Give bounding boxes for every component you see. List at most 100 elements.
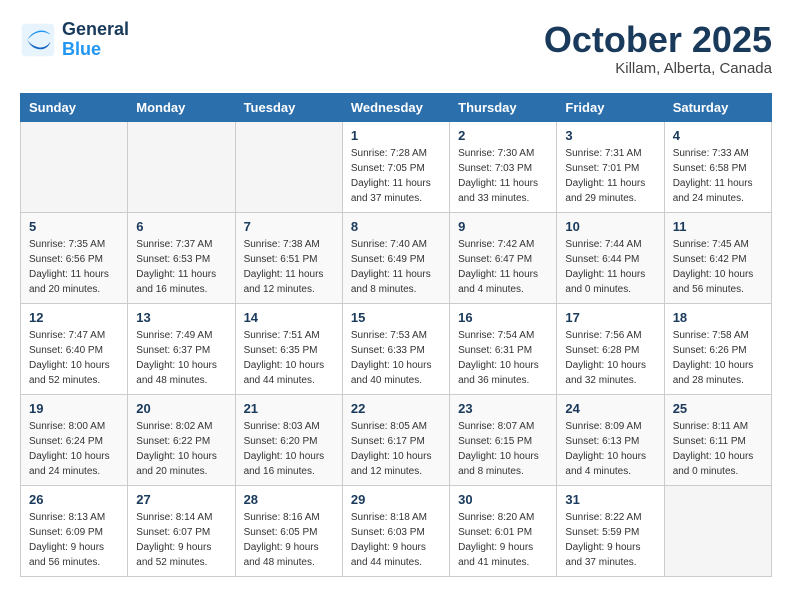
logo-icon xyxy=(20,22,56,58)
day-detail: Sunrise: 7:33 AMSunset: 6:58 PMDaylight:… xyxy=(673,146,763,206)
calendar-cell: 7Sunrise: 7:38 AMSunset: 6:51 PMDaylight… xyxy=(235,212,342,303)
day-number: 17 xyxy=(565,310,655,325)
day-detail: Sunrise: 7:51 AMSunset: 6:35 PMDaylight:… xyxy=(244,328,334,388)
calendar-header-row: SundayMondayTuesdayWednesdayThursdayFrid… xyxy=(21,93,772,121)
calendar-cell: 30 Sunrise: 8:20 AMSunset: 6:01 PMDayligh… xyxy=(450,485,557,576)
calendar-cell: 24Sunrise: 8:09 AMSunset: 6:13 PMDayligh… xyxy=(557,394,664,485)
calendar-cell: 17 Sunrise: 7:56 AMSunset: 6:28 PMDayligh… xyxy=(557,303,664,394)
day-number: 31 xyxy=(565,492,655,507)
calendar-cell: 29 Sunrise: 8:18 AMSunset: 6:03 PMDayligh… xyxy=(342,485,449,576)
day-number: 2 xyxy=(458,128,548,143)
day-detail: Sunrise: 7:31 AMSunset: 7:01 PMDaylight:… xyxy=(565,146,655,206)
calendar-table: SundayMondayTuesdayWednesdayThursdayFrid… xyxy=(20,93,772,577)
day-detail: Sunrise: 7:40 AMSunset: 6:49 PMDaylight:… xyxy=(351,237,441,297)
day-detail: Sunrise: 8:14 AMSunset: 6:07 PMDaylight:… xyxy=(136,510,226,570)
day-detail: Sunrise: 8:13 AMSunset: 6:09 PMDaylight:… xyxy=(29,510,119,570)
day-detail: Sunrise: 8:02 AMSunset: 6:22 PMDaylight:… xyxy=(136,419,226,479)
calendar-cell: 3 Sunrise: 7:31 AMSunset: 7:01 PMDaylight… xyxy=(557,121,664,212)
logo: General Blue xyxy=(20,20,129,60)
calendar-cell: 6 Sunrise: 7:37 AMSunset: 6:53 PMDaylight… xyxy=(128,212,235,303)
calendar-cell: 12Sunrise: 7:47 AMSunset: 6:40 PMDayligh… xyxy=(21,303,128,394)
calendar-week-5: 26 Sunrise: 8:13 AMSunset: 6:09 PMDayligh… xyxy=(21,485,772,576)
day-number: 18 xyxy=(673,310,763,325)
calendar-cell: 23 Sunrise: 8:07 AMSunset: 6:15 PMDayligh… xyxy=(450,394,557,485)
location: Killam, Alberta, Canada xyxy=(544,60,772,77)
day-number: 30 xyxy=(458,492,548,507)
calendar-cell: 15 Sunrise: 7:53 AMSunset: 6:33 PMDayligh… xyxy=(342,303,449,394)
day-number: 25 xyxy=(673,401,763,416)
day-detail: Sunrise: 7:47 AMSunset: 6:40 PMDaylight:… xyxy=(29,328,119,388)
calendar-cell: 10Sunrise: 7:44 AMSunset: 6:44 PMDayligh… xyxy=(557,212,664,303)
day-detail: Sunrise: 8:20 AMSunset: 6:01 PMDaylight:… xyxy=(458,510,548,570)
calendar-cell: 14Sunrise: 7:51 AMSunset: 6:35 PMDayligh… xyxy=(235,303,342,394)
day-detail: Sunrise: 7:45 AMSunset: 6:42 PMDaylight:… xyxy=(673,237,763,297)
day-number: 13 xyxy=(136,310,226,325)
calendar-cell: 21Sunrise: 8:03 AMSunset: 6:20 PMDayligh… xyxy=(235,394,342,485)
day-number: 27 xyxy=(136,492,226,507)
weekday-header-tuesday: Tuesday xyxy=(235,93,342,121)
calendar-cell: 19Sunrise: 8:00 AMSunset: 6:24 PMDayligh… xyxy=(21,394,128,485)
month-title: October 2025 xyxy=(544,20,772,60)
weekday-header-thursday: Thursday xyxy=(450,93,557,121)
day-number: 15 xyxy=(351,310,441,325)
calendar-cell xyxy=(128,121,235,212)
day-detail: Sunrise: 8:00 AMSunset: 6:24 PMDaylight:… xyxy=(29,419,119,479)
day-number: 4 xyxy=(673,128,763,143)
calendar-cell: 25 Sunrise: 8:11 AMSunset: 6:11 PMDayligh… xyxy=(664,394,771,485)
day-detail: Sunrise: 7:42 AMSunset: 6:47 PMDaylight:… xyxy=(458,237,548,297)
day-number: 20 xyxy=(136,401,226,416)
day-number: 22 xyxy=(351,401,441,416)
calendar-cell xyxy=(235,121,342,212)
calendar-cell: 1 Sunrise: 7:28 AMSunset: 7:05 PMDaylight… xyxy=(342,121,449,212)
calendar-cell: 16 Sunrise: 7:54 AMSunset: 6:31 PMDayligh… xyxy=(450,303,557,394)
day-number: 9 xyxy=(458,219,548,234)
day-number: 16 xyxy=(458,310,548,325)
day-detail: Sunrise: 7:28 AMSunset: 7:05 PMDaylight:… xyxy=(351,146,441,206)
day-detail: Sunrise: 8:07 AMSunset: 6:15 PMDaylight:… xyxy=(458,419,548,479)
day-number: 28 xyxy=(244,492,334,507)
day-number: 23 xyxy=(458,401,548,416)
day-detail: Sunrise: 7:56 AMSunset: 6:28 PMDaylight:… xyxy=(565,328,655,388)
day-number: 26 xyxy=(29,492,119,507)
calendar-cell: 8 Sunrise: 7:40 AMSunset: 6:49 PMDaylight… xyxy=(342,212,449,303)
calendar-cell: 13Sunrise: 7:49 AMSunset: 6:37 PMDayligh… xyxy=(128,303,235,394)
weekday-header-friday: Friday xyxy=(557,93,664,121)
day-detail: Sunrise: 7:30 AMSunset: 7:03 PMDaylight:… xyxy=(458,146,548,206)
day-detail: Sunrise: 8:05 AMSunset: 6:17 PMDaylight:… xyxy=(351,419,441,479)
day-number: 10 xyxy=(565,219,655,234)
calendar-cell: 28Sunrise: 8:16 AMSunset: 6:05 PMDayligh… xyxy=(235,485,342,576)
day-detail: Sunrise: 7:37 AMSunset: 6:53 PMDaylight:… xyxy=(136,237,226,297)
calendar-cell: 5Sunrise: 7:35 AMSunset: 6:56 PMDaylight… xyxy=(21,212,128,303)
calendar-cell: 18 Sunrise: 7:58 AMSunset: 6:26 PMDayligh… xyxy=(664,303,771,394)
weekday-header-saturday: Saturday xyxy=(664,93,771,121)
day-number: 11 xyxy=(673,219,763,234)
day-detail: Sunrise: 7:35 AMSunset: 6:56 PMDaylight:… xyxy=(29,237,119,297)
calendar-cell: 2 Sunrise: 7:30 AMSunset: 7:03 PMDaylight… xyxy=(450,121,557,212)
day-detail: Sunrise: 8:09 AMSunset: 6:13 PMDaylight:… xyxy=(565,419,655,479)
day-number: 1 xyxy=(351,128,441,143)
calendar-cell: 31 Sunrise: 8:22 AMSunset: 5:59 PMDayligh… xyxy=(557,485,664,576)
logo-text: General Blue xyxy=(62,20,129,60)
weekday-header-wednesday: Wednesday xyxy=(342,93,449,121)
title-block: October 2025 Killam, Alberta, Canada xyxy=(544,20,772,77)
day-number: 29 xyxy=(351,492,441,507)
day-detail: Sunrise: 8:11 AMSunset: 6:11 PMDaylight:… xyxy=(673,419,763,479)
calendar-cell: 20 Sunrise: 8:02 AMSunset: 6:22 PMDayligh… xyxy=(128,394,235,485)
day-detail: Sunrise: 8:22 AMSunset: 5:59 PMDaylight:… xyxy=(565,510,655,570)
day-detail: Sunrise: 7:53 AMSunset: 6:33 PMDaylight:… xyxy=(351,328,441,388)
day-detail: Sunrise: 8:03 AMSunset: 6:20 PMDaylight:… xyxy=(244,419,334,479)
day-number: 3 xyxy=(565,128,655,143)
calendar-week-4: 19Sunrise: 8:00 AMSunset: 6:24 PMDayligh… xyxy=(21,394,772,485)
day-detail: Sunrise: 7:54 AMSunset: 6:31 PMDaylight:… xyxy=(458,328,548,388)
day-detail: Sunrise: 7:58 AMSunset: 6:26 PMDaylight:… xyxy=(673,328,763,388)
day-number: 6 xyxy=(136,219,226,234)
calendar-cell: 22 Sunrise: 8:05 AMSunset: 6:17 PMDayligh… xyxy=(342,394,449,485)
calendar-cell xyxy=(664,485,771,576)
day-detail: Sunrise: 8:18 AMSunset: 6:03 PMDaylight:… xyxy=(351,510,441,570)
calendar-cell: 11 Sunrise: 7:45 AMSunset: 6:42 PMDayligh… xyxy=(664,212,771,303)
day-number: 7 xyxy=(244,219,334,234)
page-header: General Blue October 2025 Killam, Albert… xyxy=(20,20,772,77)
weekday-header-monday: Monday xyxy=(128,93,235,121)
day-number: 8 xyxy=(351,219,441,234)
calendar-cell: 27 Sunrise: 8:14 AMSunset: 6:07 PMDayligh… xyxy=(128,485,235,576)
